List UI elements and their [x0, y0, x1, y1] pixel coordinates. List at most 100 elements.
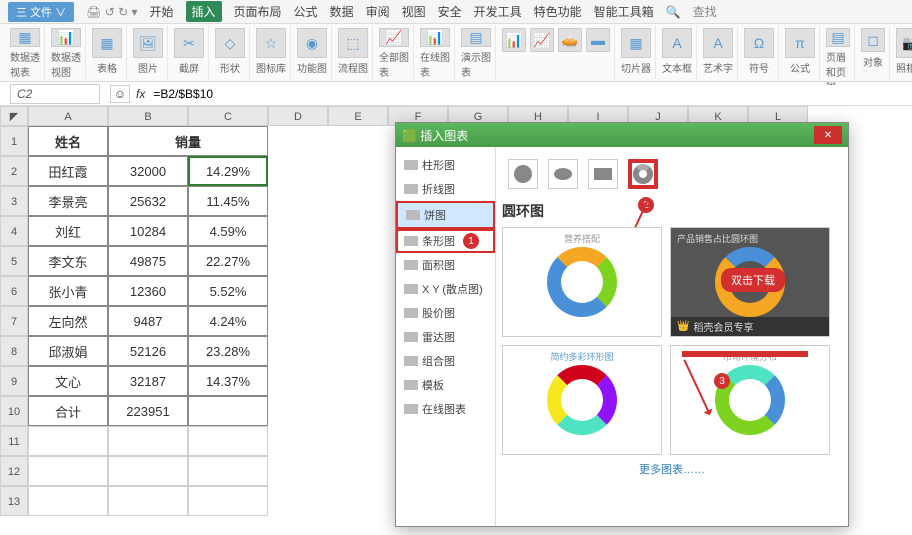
demochart-icon[interactable]: ▤ [461, 28, 491, 47]
more-charts-link[interactable]: 更多图表…… [502, 455, 842, 483]
tab-special[interactable]: 特色功能 [534, 3, 582, 20]
allcharts-icon[interactable]: 📈 [379, 28, 409, 47]
cell[interactable] [188, 486, 268, 516]
cell[interactable]: 22.27% [188, 246, 268, 276]
sidebar-item-column[interactable]: 柱形图 [396, 153, 495, 177]
row-header[interactable]: 13 [0, 486, 28, 516]
row-header[interactable]: 11 [0, 426, 28, 456]
cell[interactable]: 刘红 [28, 216, 108, 246]
cell[interactable]: 11.45% [188, 186, 268, 216]
cell[interactable]: 4.59% [188, 216, 268, 246]
shapes-icon[interactable]: ◇ [215, 28, 245, 58]
row-header[interactable]: 1 [0, 126, 28, 156]
cell[interactable]: 12360 [108, 276, 188, 306]
cell[interactable]: 4.24% [188, 306, 268, 336]
pivot-chart-icon[interactable]: 📊 [51, 28, 81, 47]
object-icon[interactable]: ◻ [861, 28, 885, 52]
slicer-icon[interactable]: ▦ [621, 28, 651, 58]
sidebar-item-bar[interactable]: 条形图 1 [396, 229, 495, 253]
tab-page-layout[interactable]: 页面布局 [234, 3, 282, 20]
preset-donut-3[interactable]: 简约多彩环形图 [502, 345, 662, 455]
row-header[interactable]: 7 [0, 306, 28, 336]
tab-devtools[interactable]: 开发工具 [474, 3, 522, 20]
mini-bar-icon[interactable]: 📊 [502, 28, 526, 52]
sidebar-item-online[interactable]: 在线图表 [396, 397, 495, 421]
tab-formula[interactable]: 公式 [294, 3, 318, 20]
sidebar-item-radar[interactable]: 雷达图 [396, 325, 495, 349]
mini-line-icon[interactable]: 📈 [530, 28, 554, 52]
tab-data[interactable]: 数据 [330, 3, 354, 20]
screenshot-icon[interactable]: ✂ [174, 28, 204, 58]
mini-bar2-icon[interactable]: ▬ [586, 28, 610, 52]
sidebar-item-pie[interactable]: 饼图 [396, 201, 495, 229]
col-header[interactable]: D [268, 106, 328, 126]
row-header[interactable]: 3 [0, 186, 28, 216]
sidebar-item-scatter[interactable]: X Y (散点图) [396, 277, 495, 301]
col-header[interactable]: B [108, 106, 188, 126]
preset-donut-2[interactable]: 产品销售占比圆环图 双击下载 👑稻壳会员专享 [670, 227, 830, 337]
tab-start[interactable]: 开始 [150, 3, 174, 20]
cell[interactable] [188, 426, 268, 456]
headerfooter-icon[interactable]: ▤ [826, 28, 850, 47]
sidebar-item-template[interactable]: 模板 [396, 373, 495, 397]
wordart-icon[interactable]: A [703, 28, 733, 58]
tab-smarttools[interactable]: 智能工具箱 [594, 3, 654, 20]
row-header[interactable]: 2 [0, 156, 28, 186]
cell[interactable]: 邱淑娟 [28, 336, 108, 366]
cell[interactable]: 32187 [108, 366, 188, 396]
mini-pie-icon[interactable]: 🥧 [558, 28, 582, 52]
tab-review[interactable]: 审阅 [366, 3, 390, 20]
cell[interactable]: 10284 [108, 216, 188, 246]
iconlib-icon[interactable]: ☆ [256, 28, 286, 58]
pivot-table-icon[interactable]: ▦ [10, 28, 40, 47]
formula-input[interactable] [151, 85, 912, 103]
cell[interactable]: 52126 [108, 336, 188, 366]
cell[interactable]: 32000 [108, 156, 188, 186]
tab-security[interactable]: 安全 [438, 3, 462, 20]
cell[interactable] [188, 396, 268, 426]
row-header[interactable]: 6 [0, 276, 28, 306]
qat-icons[interactable]: 🖨 ↺ ↻ ▾ [86, 5, 137, 19]
row-header[interactable]: 5 [0, 246, 28, 276]
textbox-icon[interactable]: A [662, 28, 692, 58]
cell[interactable] [108, 426, 188, 456]
cell[interactable]: 23.28% [188, 336, 268, 366]
preset-donut-1[interactable]: 营养搭配 [502, 227, 662, 337]
close-button[interactable]: ✕ [814, 126, 842, 144]
cell[interactable]: 223951 [108, 396, 188, 426]
cell[interactable]: 文心 [28, 366, 108, 396]
search-label[interactable]: 查找 [693, 3, 717, 20]
cell[interactable] [188, 456, 268, 486]
cell[interactable]: 张小青 [28, 276, 108, 306]
subtype-donut[interactable] [628, 159, 658, 189]
sidebar-item-combo[interactable]: 组合图 [396, 349, 495, 373]
subtype-pie[interactable] [508, 159, 538, 189]
cell[interactable] [28, 486, 108, 516]
sidebar-item-line[interactable]: 折线图 [396, 177, 495, 201]
cell[interactable]: 田红霞 [28, 156, 108, 186]
cell[interactable]: 25632 [108, 186, 188, 216]
cell[interactable] [28, 456, 108, 486]
symbol-icon[interactable]: Ω [744, 28, 774, 58]
cell[interactable]: 5.52% [188, 276, 268, 306]
col-header[interactable]: C [188, 106, 268, 126]
col-header[interactable]: E [328, 106, 388, 126]
flowchart-icon[interactable]: ⬚ [338, 28, 368, 58]
file-menu[interactable]: 三 文件 ∨ [8, 2, 74, 22]
sidebar-item-area[interactable]: 面积图 [396, 253, 495, 277]
cell[interactable] [28, 426, 108, 456]
cell[interactable]: 李景亮 [28, 186, 108, 216]
row-header[interactable]: 10 [0, 396, 28, 426]
table-icon[interactable]: ▦ [92, 28, 122, 58]
onlinechart-icon[interactable]: 📊 [420, 28, 450, 47]
preset-donut-4[interactable]: 市场环境分布 [670, 345, 830, 455]
cell[interactable]: 9487 [108, 306, 188, 336]
download-button[interactable]: 双击下载 [721, 268, 785, 292]
cell[interactable]: 合计 [28, 396, 108, 426]
smartart-icon[interactable]: ◉ [297, 28, 327, 58]
cell[interactable] [108, 486, 188, 516]
cell[interactable]: 左向然 [28, 306, 108, 336]
row-header[interactable]: 4 [0, 216, 28, 246]
tab-insert[interactable]: 插入 [186, 1, 222, 22]
subtype-bar-of-pie[interactable] [588, 159, 618, 189]
